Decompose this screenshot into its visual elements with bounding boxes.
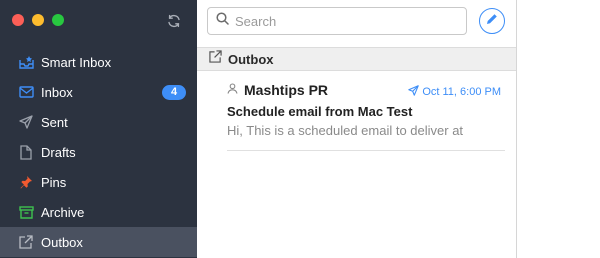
sidebar-item-label: Smart Inbox	[41, 54, 112, 70]
message-list-item[interactable]: Mashtips PR Oct 11, 6:00 PM Schedule ema…	[227, 80, 505, 151]
sidebar-item-archive[interactable]: Archive	[0, 197, 197, 227]
inbox-icon	[18, 84, 34, 100]
message-detail-pane	[517, 0, 600, 258]
sidebar: Smart Inbox Inbox 4 Sent Drafts Pins Arc…	[0, 0, 197, 258]
sidebar-item-label: Inbox	[41, 84, 73, 100]
search-box[interactable]	[207, 7, 467, 35]
window-controls	[12, 14, 64, 26]
archive-icon	[18, 204, 34, 220]
sidebar-item-inbox[interactable]: Inbox 4	[0, 77, 197, 107]
sidebar-item-pins[interactable]: Pins	[0, 167, 197, 197]
message-date: Oct 11, 6:00 PM	[422, 86, 501, 98]
pencil-icon	[486, 12, 498, 30]
sidebar-item-label: Outbox	[41, 234, 83, 250]
outbox-icon	[18, 234, 34, 250]
search-input[interactable]	[235, 13, 455, 29]
scheduled-send-icon	[408, 83, 420, 101]
minimize-window-button[interactable]	[32, 14, 44, 26]
section-title: Outbox	[228, 51, 274, 67]
close-window-button[interactable]	[12, 14, 24, 26]
outbox-icon	[209, 50, 222, 68]
sidebar-item-label: Sent	[41, 114, 68, 130]
sidebar-item-smart-inbox[interactable]: Smart Inbox	[0, 47, 197, 77]
sidebar-item-outbox[interactable]: Outbox	[0, 227, 197, 257]
paper-plane-icon	[18, 114, 34, 130]
message-list-pane: Outbox Mashtips PR Oct 11, 6:00 PM Sched…	[197, 0, 516, 258]
sidebar-item-label: Archive	[41, 204, 85, 220]
message-subject: Schedule email from Mac Test	[227, 104, 413, 119]
smart-inbox-icon	[18, 54, 34, 70]
unread-count-badge: 4	[162, 85, 186, 100]
sidebar-nav: Smart Inbox Inbox 4 Sent Drafts Pins Arc…	[0, 47, 197, 257]
sidebar-item-drafts[interactable]: Drafts	[0, 137, 197, 167]
sync-icon[interactable]	[166, 13, 182, 29]
sidebar-item-label: Drafts	[41, 144, 76, 160]
sidebar-item-label: Pins	[41, 174, 67, 190]
sidebar-item-sent[interactable]: Sent	[0, 107, 197, 137]
message-sender: Mashtips PR	[244, 82, 329, 98]
mailbox-section-header: Outbox	[197, 47, 516, 71]
message-preview: Hi, This is a scheduled email to deliver…	[227, 123, 464, 138]
zoom-window-button[interactable]	[52, 14, 64, 26]
pin-icon	[18, 174, 34, 190]
search-icon	[216, 12, 229, 30]
document-icon	[18, 144, 34, 160]
person-icon	[227, 81, 238, 99]
compose-button[interactable]	[479, 8, 505, 34]
